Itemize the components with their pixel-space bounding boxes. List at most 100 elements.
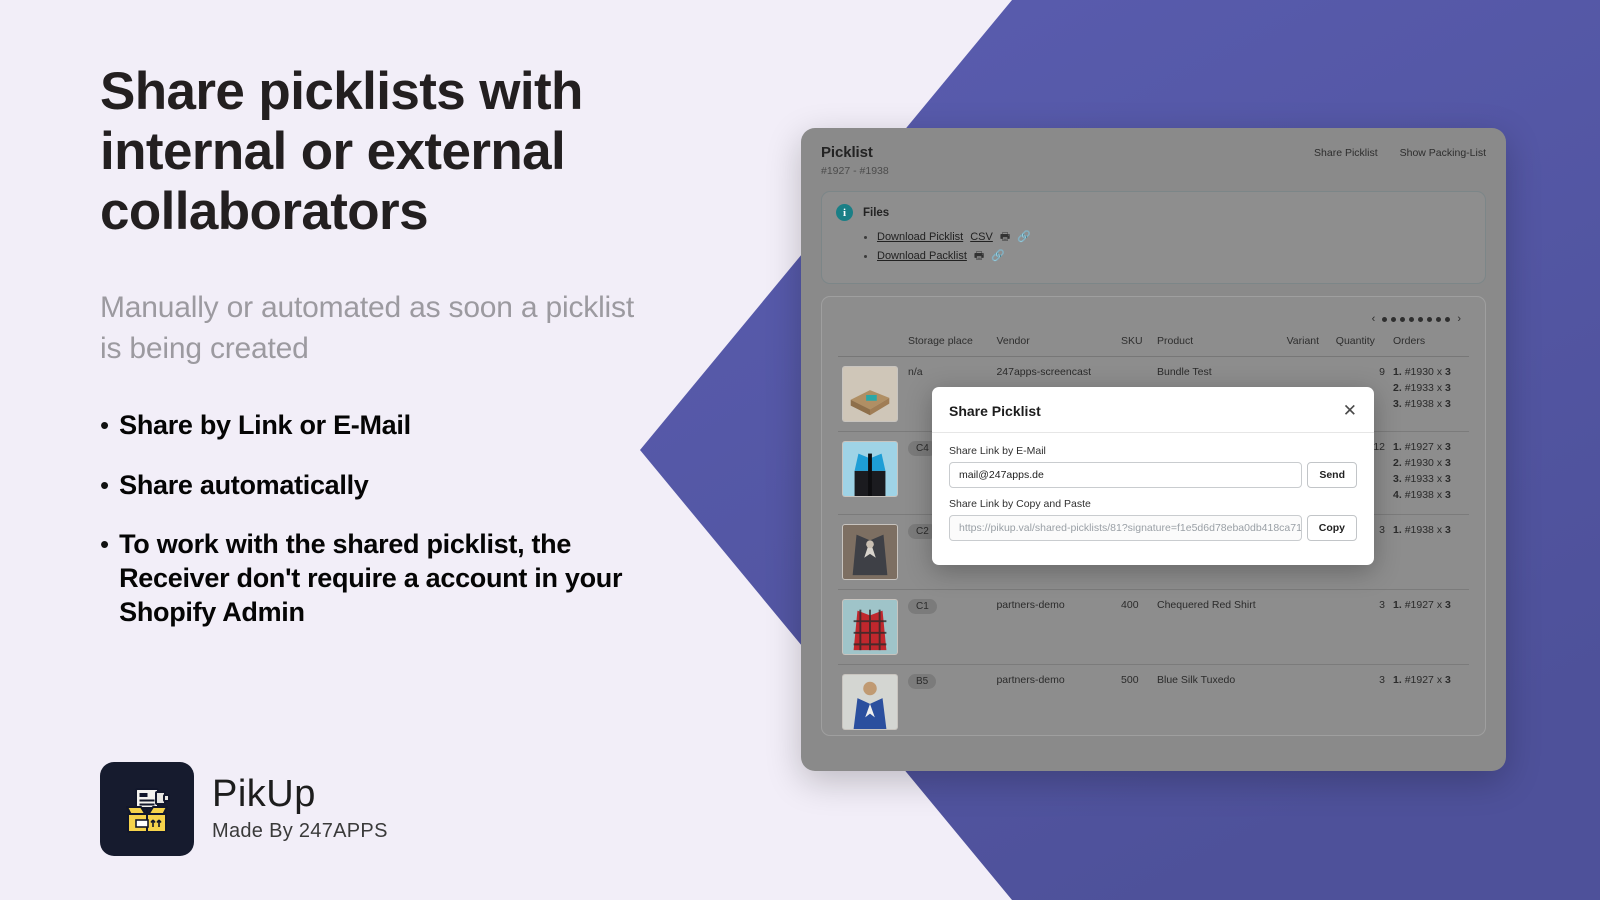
column-header-image — [838, 327, 904, 357]
marketing-panel: Share picklists with internal or externa… — [100, 0, 740, 900]
link-icon[interactable]: 🔗 — [1017, 231, 1031, 243]
pagination-dot[interactable] — [1382, 316, 1388, 322]
printer-icon[interactable]: 🖶 — [1000, 231, 1010, 243]
show-packing-list-button[interactable]: Show Packing-List — [1400, 147, 1486, 159]
cell-orders: 1. #1930 x 3 2. #1933 x 3 3. #1938 x 3 — [1389, 356, 1469, 432]
modal-header: Share Picklist ✕ — [932, 387, 1374, 433]
share-picklist-button[interactable]: Share Picklist — [1314, 147, 1378, 159]
product-thumbnail-cell — [838, 514, 904, 590]
column-header-variant: Variant — [1282, 327, 1332, 357]
order-entry: 1. #1938 x 3 — [1393, 524, 1451, 536]
link-icon[interactable]: 🔗 — [991, 250, 1005, 262]
pagination-dot[interactable] — [1400, 316, 1406, 322]
files-card-header: i Files — [836, 204, 1471, 221]
pagination-dot[interactable] — [1436, 316, 1442, 322]
pikup-logo-icon — [100, 762, 194, 856]
share-link-input[interactable]: https://pikup.val/shared-picklists/81?si… — [949, 515, 1302, 541]
modal-title: Share Picklist — [949, 402, 1041, 419]
pagination-dot[interactable] — [1445, 316, 1451, 322]
cell-orders: 1. #1927 x 3 — [1389, 589, 1469, 665]
cell-storage-place: B5 — [904, 664, 993, 735]
table-row[interactable]: C1 partners-demo 400 Chequered Red Shirt 3 1.… — [838, 589, 1469, 665]
list-item: • Share automatically — [100, 469, 740, 503]
orders-list: 1. #1927 x 3 — [1393, 674, 1465, 686]
orders-list: 1. #1938 x 3 — [1393, 524, 1465, 536]
chevron-right-icon[interactable]: › — [1457, 313, 1461, 325]
table-pagination: ‹ › — [838, 307, 1469, 327]
blue-jacket-thumbnail — [842, 441, 898, 497]
order-entry: 1. #1927 x 3 — [1393, 674, 1451, 686]
app-header-actions: Share Picklist Show Packing-List — [1314, 144, 1486, 159]
grey-blazer-thumbnail — [842, 524, 898, 580]
page-subtitle: Manually or automated as soon a picklist… — [100, 290, 634, 365]
column-header-orders: Orders — [1389, 327, 1469, 357]
bullet-label: To work with the shared picklist, the Re… — [119, 529, 623, 627]
feature-bullet-list: • Share by Link or E-Mail • Share automa… — [100, 409, 740, 630]
info-icon: i — [836, 204, 853, 221]
chevron-left-icon[interactable]: ‹ — [1372, 313, 1376, 325]
column-header-storage-place: Storage place — [904, 327, 993, 357]
cell-sku: 500 — [1117, 664, 1153, 735]
close-icon[interactable]: ✕ — [1343, 402, 1357, 419]
pagination-dot[interactable] — [1427, 316, 1433, 322]
share-picklist-modal: Share Picklist ✕ Share Link by E-Mail ma… — [932, 387, 1374, 565]
page-title: Share picklists with internal or externa… — [100, 62, 583, 241]
bullet-label: Share automatically — [119, 469, 369, 500]
order-entry: 1. #1930 x 3 — [1393, 366, 1451, 378]
cardboard-box-thumbnail — [842, 366, 898, 422]
status-badge: B5 — [908, 674, 937, 689]
copy-button[interactable]: Copy — [1306, 515, 1357, 541]
pagination-dots[interactable] — [1382, 316, 1451, 322]
cell-sku: 400 — [1117, 589, 1153, 665]
brand-name: PikUp — [212, 773, 316, 815]
status-badge: C1 — [908, 599, 937, 614]
product-thumbnail-cell — [838, 664, 904, 735]
order-entry: 2. #1930 x 3 — [1393, 457, 1451, 469]
brand-logo: PikUp Made By 247APPS — [100, 762, 388, 856]
column-header-quantity: Quantity — [1331, 327, 1390, 357]
order-entry: 3. #1933 x 3 — [1393, 473, 1451, 485]
list-item: • To work with the shared picklist, the … — [100, 528, 740, 629]
list-item: Download Picklist CSV 🖶 🔗 — [864, 231, 1471, 243]
app-order-range: #1927 - #1938 — [821, 165, 889, 177]
order-entry: 1. #1927 x 3 — [1393, 599, 1451, 611]
column-header-sku: SKU — [1117, 327, 1153, 357]
app-header-titles: Picklist #1927 - #1938 — [821, 144, 889, 177]
blue-tuxedo-thumbnail — [842, 674, 898, 730]
download-picklist-csv-link[interactable]: CSV — [970, 231, 993, 243]
app-header: Picklist #1927 - #1938 Share Picklist Sh… — [801, 128, 1506, 177]
cell-vendor: partners-demo — [992, 589, 1118, 665]
pagination-dot[interactable] — [1418, 316, 1424, 322]
copy-field-label: Share Link by Copy and Paste — [949, 498, 1091, 510]
cell-orders: 1. #1927 x 3 2. #1930 x 3 3. #1933 x 3 4. #… — [1389, 431, 1469, 515]
order-entry: 3. #1938 x 3 — [1393, 398, 1451, 410]
order-entry: 4. #1938 x 3 — [1393, 489, 1451, 501]
orders-list: 1. #1927 x 3 — [1393, 599, 1465, 611]
red-checkered-shirt-thumbnail — [842, 599, 898, 655]
cell-product: Blue Silk Tuxedo — [1153, 664, 1283, 735]
bullet-dot-icon: • — [100, 409, 110, 440]
order-entry: 2. #1933 x 3 — [1393, 382, 1451, 394]
pagination-dot[interactable] — [1409, 316, 1415, 322]
printer-icon[interactable]: 🖶 — [974, 250, 984, 262]
column-header-vendor: Vendor — [992, 327, 1118, 357]
table-header-row: Storage place Vendor SKU Product Variant… — [838, 327, 1469, 357]
cell-quantity: 3 — [1331, 664, 1390, 735]
brand-tagline: Made By 247APPS — [212, 820, 388, 842]
pagination-dot[interactable] — [1391, 316, 1397, 322]
bullet-dot-icon: • — [100, 469, 110, 500]
email-field[interactable]: mail@247apps.de — [949, 462, 1303, 488]
modal-body: Share Link by E-Mail mail@247apps.de Sen… — [932, 433, 1374, 565]
cell-vendor: partners-demo — [992, 664, 1118, 735]
files-heading: Files — [863, 206, 890, 219]
download-picklist-link[interactable]: Download Picklist — [877, 231, 963, 243]
cell-quantity: 3 — [1331, 589, 1390, 665]
table-row[interactable]: B5 partners-demo 500 Blue Silk Tuxedo 3 1. #1… — [838, 664, 1469, 735]
order-entry: 1. #1927 x 3 — [1393, 441, 1451, 453]
download-packlist-link[interactable]: Download Packlist — [877, 250, 967, 262]
app-title: Picklist — [821, 144, 873, 161]
bullet-dot-icon — [864, 235, 867, 239]
cell-variant — [1282, 589, 1332, 665]
send-button[interactable]: Send — [1307, 462, 1357, 488]
list-item: • Share by Link or E-Mail — [100, 409, 740, 443]
